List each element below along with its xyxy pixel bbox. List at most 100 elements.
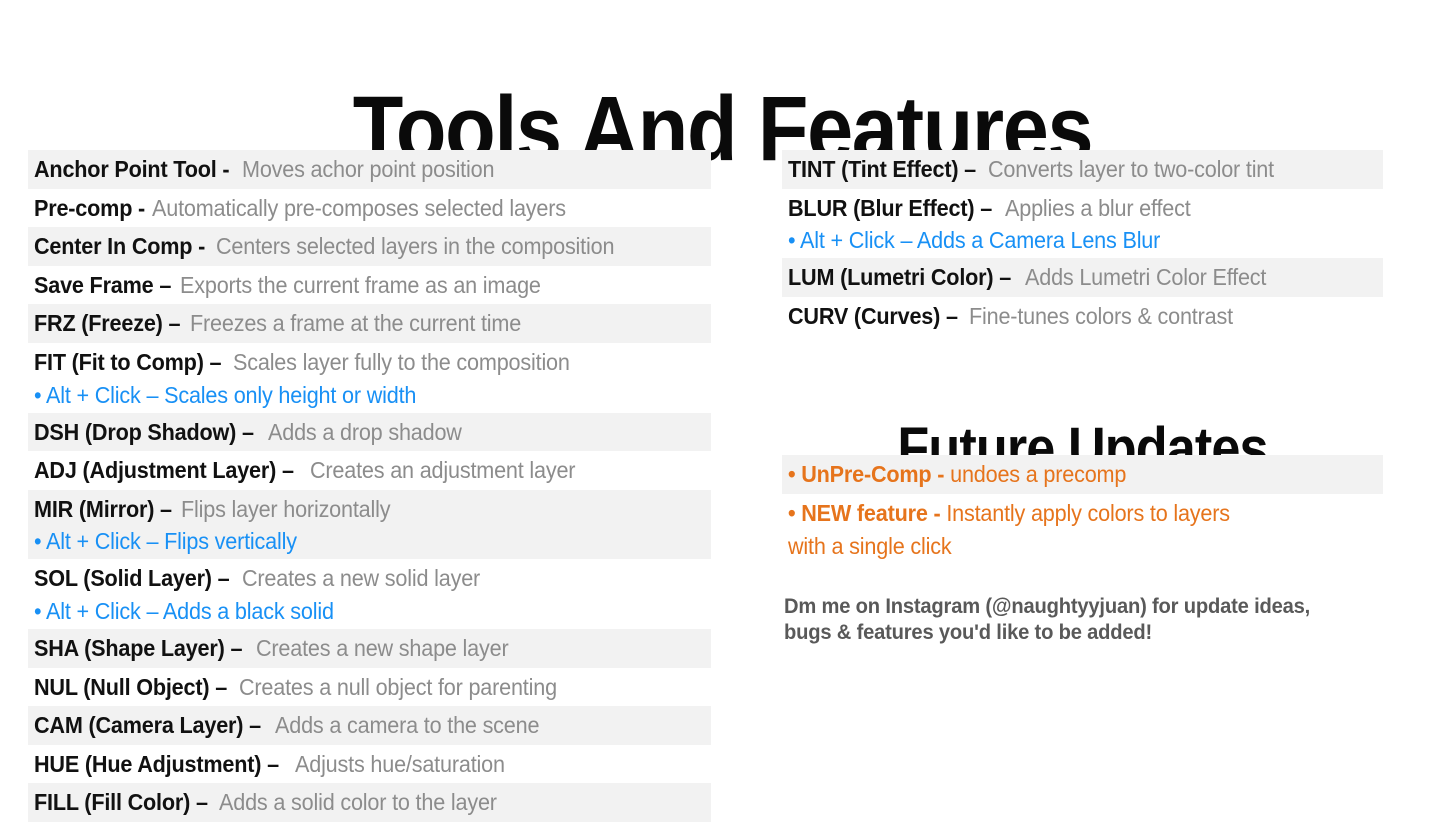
feature-description: Scales layer fully to the composition — [233, 348, 571, 375]
feature-row: Pre-comp - Automatically pre-composes se… — [28, 189, 711, 228]
feature-description: Adjusts hue/saturation — [294, 750, 505, 777]
feature-term: ADJ (Adjustment Layer) – — [34, 457, 294, 484]
feature-row-main-line: MIR (Mirror) – Flips layer horizontally — [34, 492, 703, 527]
future-update-description: Instantly apply colors to layers — [940, 500, 1230, 526]
feature-term: FILL (Fill Color) – — [34, 789, 208, 816]
feature-term: CURV (Curves) – — [788, 302, 958, 329]
feature-row: HUE (Hue Adjustment) – Adjusts hue/satur… — [28, 745, 711, 784]
feature-row-main-line: Save Frame – Exports the current frame a… — [34, 268, 703, 303]
feature-alt-shortcut-line: • Alt + Click – Flips vertically — [34, 526, 703, 557]
feature-description: Fine-tunes colors & contrast — [968, 302, 1233, 329]
future-update-line-text: • NEW feature - Instantly apply colors t… — [788, 497, 1230, 530]
feature-alt-shortcut-text: • Alt + Click – Adds a Camera Lens Blur — [788, 227, 1161, 254]
feature-row: SHA (Shape Layer) – Creates a new shape … — [28, 628, 711, 668]
future-update-item: • UnPre-Comp - undoes a precomp — [782, 455, 1383, 494]
feature-row: MIR (Mirror) – Flips layer horizontally •… — [28, 489, 711, 560]
feature-row-main-line: FRZ (Freeze) – Freezes a frame at the cu… — [34, 306, 703, 341]
feature-term: Pre-comp - — [34, 194, 146, 221]
future-update-line: • UnPre-Comp - undoes a precomp — [788, 458, 1375, 491]
feature-description: Creates a new solid layer — [241, 565, 480, 592]
feature-row-main-line: BLUR (Blur Effect) – Applies a blur effe… — [788, 191, 1375, 226]
feature-row-main-line: HUE (Hue Adjustment) – Adjusts hue/satur… — [34, 747, 703, 782]
feature-row-main-line: Center In Comp - Centers selected layers… — [34, 229, 703, 264]
feature-term: LUM (Lumetri Color) – — [788, 264, 1012, 291]
feature-description: Creates a null object for parenting — [239, 673, 558, 700]
feature-row: FILL (Fill Color) – Adds a solid color t… — [28, 783, 711, 822]
feature-description: Creates an adjustment layer — [310, 457, 576, 484]
feature-row-main-line: FIT (Fit to Comp) – Scales layer fully t… — [34, 345, 703, 380]
feature-alt-shortcut-text: • Alt + Click – Flips vertically — [34, 528, 297, 555]
future-update-term: • NEW feature - — [788, 500, 941, 526]
feature-term: FIT (Fit to Comp) – — [34, 348, 222, 375]
feature-alt-shortcut-line: • Alt + Click – Adds a Camera Lens Blur — [788, 225, 1375, 256]
feature-term: SOL (Solid Layer) – — [34, 565, 230, 592]
footer-note-line-2: bugs & features you'd like to be added! — [784, 621, 1153, 644]
feature-row-main-line: ADJ (Adjustment Layer) – Creates an adju… — [34, 453, 703, 488]
feature-row: LUM (Lumetri Color) – Adds Lumetri Color… — [782, 258, 1383, 297]
feature-row-main-line: NUL (Null Object) – Creates a null objec… — [34, 670, 703, 705]
feature-description: Moves achor point position — [241, 156, 495, 182]
feature-description: Exports the current frame as an image — [179, 271, 541, 298]
feature-description: Applies a blur effect — [1005, 194, 1191, 221]
feature-row: Center In Comp - Centers selected layers… — [28, 227, 711, 266]
feature-term: Save Frame – — [34, 271, 172, 298]
feature-term: CAM (Camera Layer) – — [34, 712, 261, 739]
feature-description: Freezes a frame at the current time — [189, 310, 521, 337]
feature-row: DSH (Drop Shadow) – Adds a drop shadow — [28, 412, 711, 452]
feature-row: NUL (Null Object) – Creates a null objec… — [28, 668, 711, 707]
feature-description: Creates a new shape layer — [255, 634, 509, 661]
feature-row-main-line: CURV (Curves) – Fine-tunes colors & cont… — [788, 299, 1375, 334]
feature-row-main-line: SHA (Shape Layer) – Creates a new shape … — [34, 631, 703, 666]
future-update-line: • NEW feature - Instantly apply colors t… — [788, 497, 1375, 530]
feature-description: Flips layer horizontally — [180, 495, 391, 522]
feature-term: SHA (Shape Layer) – — [34, 634, 243, 661]
feature-row: FRZ (Freeze) – Freezes a frame at the cu… — [28, 304, 711, 343]
future-update-description: with a single click — [788, 533, 952, 559]
tools-left-column: Anchor Point Tool - Moves achor point po… — [28, 150, 711, 822]
feature-row: TINT (Tint Effect) – Converts layer to t… — [782, 150, 1383, 189]
tools-right-column: TINT (Tint Effect) – Converts layer to t… — [782, 150, 1383, 335]
feature-description: Adds a solid color to the layer — [218, 789, 497, 816]
feature-alt-shortcut-text: • Alt + Click – Adds a black solid — [34, 597, 334, 624]
future-update-term: • UnPre-Comp - — [788, 461, 945, 487]
feature-row: BLUR (Blur Effect) – Applies a blur effe… — [782, 189, 1383, 259]
feature-description: Converts layer to two-color tint — [988, 156, 1274, 182]
feature-row: Save Frame – Exports the current frame a… — [28, 266, 711, 305]
feature-description: Automatically pre-composes selected laye… — [152, 194, 567, 221]
feature-row-main-line: FILL (Fill Color) – Adds a solid color t… — [34, 785, 703, 820]
feature-row-main-line: Anchor Point Tool - Moves achor point po… — [34, 152, 703, 187]
feature-row: Anchor Point Tool - Moves achor point po… — [28, 150, 711, 189]
feature-term: Center In Comp - — [34, 233, 206, 260]
feature-row: CURV (Curves) – Fine-tunes colors & cont… — [782, 297, 1383, 336]
feature-row-main-line: Pre-comp - Automatically pre-composes se… — [34, 191, 703, 226]
feature-description: Centers selected layers in the compositi… — [216, 233, 615, 260]
feature-row-main-line: CAM (Camera Layer) – Adds a camera to th… — [34, 708, 703, 743]
feature-term: TINT (Tint Effect) – — [788, 156, 977, 182]
feature-row-main-line: TINT (Tint Effect) – Converts layer to t… — [788, 152, 1375, 187]
feature-alt-shortcut-text: • Alt + Click – Scales only height or wi… — [34, 381, 417, 408]
feature-row-main-line: DSH (Drop Shadow) – Adds a drop shadow — [34, 415, 703, 450]
future-update-line: with a single click — [788, 530, 1375, 563]
feature-row: ADJ (Adjustment Layer) – Creates an adju… — [28, 451, 711, 490]
feature-row-main-line: LUM (Lumetri Color) – Adds Lumetri Color… — [788, 260, 1375, 295]
feature-term: DSH (Drop Shadow) – — [34, 418, 254, 445]
feature-description: Adds a camera to the scene — [275, 712, 540, 739]
feature-term: BLUR (Blur Effect) – — [788, 194, 993, 221]
feature-term: FRZ (Freeze) – — [34, 310, 181, 337]
future-update-description: undoes a precomp — [944, 461, 1127, 487]
feature-term: Anchor Point Tool - — [34, 156, 230, 182]
feature-term: HUE (Hue Adjustment) – — [34, 750, 279, 777]
feature-term: NUL (Null Object) – — [34, 673, 228, 700]
feature-term: MIR (Mirror) – — [34, 495, 172, 522]
future-update-line-text: with a single click — [788, 530, 952, 563]
feature-row-main-line: SOL (Solid Layer) – Creates a new solid … — [34, 561, 703, 596]
footer-note: Dm me on Instagram (@naughtyyjuan) for u… — [784, 594, 1444, 646]
feature-row: SOL (Solid Layer) – Creates a new solid … — [28, 559, 711, 629]
future-update-item: • NEW feature - Instantly apply colors t… — [782, 494, 1383, 566]
feature-row: FIT (Fit to Comp) – Scales layer fully t… — [28, 343, 711, 413]
feature-row: CAM (Camera Layer) – Adds a camera to th… — [28, 706, 711, 745]
feature-alt-shortcut-line: • Alt + Click – Adds a black solid — [34, 596, 703, 627]
feature-alt-shortcut-line: • Alt + Click – Scales only height or wi… — [34, 380, 703, 411]
feature-description: Adds Lumetri Color Effect — [1025, 264, 1267, 291]
feature-description: Adds a drop shadow — [267, 418, 462, 445]
